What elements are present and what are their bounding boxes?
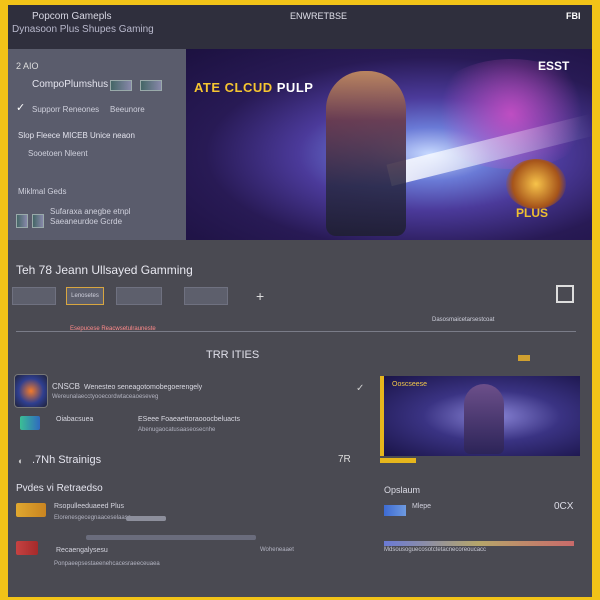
promo-label: Ooscseese: [392, 381, 428, 388]
right-panel-text: Mlepe: [412, 503, 432, 510]
app-subtitle: Dynasoon Plus Shupes Gaming: [12, 24, 154, 35]
status-badge: [518, 355, 530, 361]
sidebar-tag: Beeunore: [110, 105, 145, 114]
check-icon: ✓: [16, 102, 26, 114]
category-tile[interactable]: [184, 287, 228, 305]
sidebar-item-4[interactable]: Sooetoen Nleent: [28, 149, 88, 158]
row-progress: [126, 516, 166, 521]
promo-progress: [380, 458, 416, 463]
promo-character-image: [464, 384, 504, 454]
category-tile-active[interactable]: Lenosetes: [66, 287, 104, 305]
hero-corner-logo: ESST: [538, 59, 570, 73]
sidebar-item-2[interactable]: Supporr Reneones: [32, 105, 99, 114]
alert-text: Esepucese Reacwsetulrauneste: [70, 326, 156, 332]
right-panel-footer: Mdsousoguecosotctetacnecoreoucacc: [384, 547, 487, 553]
game-thumb-icon[interactable]: [16, 214, 28, 228]
right-panel-value: 0CX: [554, 501, 574, 512]
sidebar-item-3[interactable]: Slop Fleece MICEB Unice neaon: [18, 131, 135, 140]
sidebar-item-5[interactable]: Miklmal Geds: [18, 187, 66, 196]
list-item-desc: Wenesteo seneagotomobegoerengely: [84, 384, 203, 391]
row-title[interactable]: Recaengalysesu: [56, 547, 108, 554]
app-window: Popcom Gamepls Dynasoon Plus Shupes Gami…: [8, 5, 592, 597]
game-thumb-icon[interactable]: [140, 80, 162, 91]
sidebar-item-1[interactable]: CompoPlumshus: [32, 79, 108, 90]
game-thumb-icon[interactable]: [32, 214, 44, 228]
list-item-desc2: Abenugaocatusaaseosecnhe: [138, 427, 216, 433]
grid-view-icon[interactable]: [556, 285, 574, 303]
hero-orb: [506, 159, 566, 209]
sidebar-item-6-sub: Saeaneurdoe Gcrde: [50, 217, 123, 226]
game-thumb-icon[interactable]: [110, 80, 132, 91]
list-item-desc: ESeee Foaeaettoraooocbeluacts: [138, 416, 240, 423]
mid-title: TRR ITIES: [206, 349, 260, 361]
top-header: Popcom Gamepls Dynasoon Plus Shupes Gami…: [8, 5, 592, 49]
nav-center-label[interactable]: ENWRETBSE: [290, 11, 347, 21]
list-item-title[interactable]: CNSCB: [52, 382, 80, 391]
sidebar-number: 2 AIO: [16, 61, 39, 71]
row-aside: Woheneaaet: [260, 547, 294, 553]
hero-logo: ATE CLCUD PULP: [194, 80, 313, 95]
row-desc: Elorenesgecegnaaceselaase: [54, 515, 132, 521]
sub-section-title: Pvdes vi Retraedso: [16, 483, 103, 494]
category-tile[interactable]: [12, 287, 56, 305]
list-item-title[interactable]: Oiabacsuea: [56, 416, 93, 423]
row-title[interactable]: Rsopulleeduaeed Plus: [54, 503, 124, 510]
right-panel-title: Opslaum: [384, 485, 421, 495]
info-right-text: Dasosmaicetarsestcoat: [432, 317, 495, 323]
promo-card[interactable]: Ooscseese: [380, 376, 580, 456]
row-desc: Ponpaeepsestaeenehcacesraeeceuaea: [54, 561, 160, 567]
right-panel-progress: [384, 541, 574, 546]
game-avatar[interactable]: [14, 374, 48, 408]
streaming-title: .7Nh Strainigs: [32, 454, 102, 466]
sidebar: 2 AIO CompoPlumshus ✓ Supporr Reneones B…: [8, 49, 186, 240]
stream-icon: ◐: [18, 456, 24, 466]
app-title: Popcom Gamepls: [32, 11, 112, 22]
hero-logo-accent: PULP: [276, 80, 314, 95]
streaming-count: 7R: [338, 454, 351, 465]
category-tile[interactable]: [116, 287, 162, 305]
sidebar-item-6[interactable]: Sufaraxa anegbe etnpl: [50, 207, 131, 216]
hero-character-image: [326, 71, 406, 236]
hero-logo-main: ATE CLCUD: [194, 80, 277, 95]
hero-badge: PLUS: [516, 206, 549, 220]
section-title: Teh 78 Jeann Ullsayed Gamming: [16, 263, 193, 277]
account-label[interactable]: FBI: [566, 11, 581, 21]
gold-thumb-icon[interactable]: [16, 503, 46, 517]
list-check-icon[interactable]: ✓: [356, 383, 364, 394]
add-icon[interactable]: +: [256, 288, 264, 304]
red-thumb-icon[interactable]: [16, 541, 38, 555]
app-icon[interactable]: [384, 505, 406, 516]
list-item-desc2: Wereunalaecctyooecordwtaceaoeseveg: [52, 394, 159, 400]
hero-banner[interactable]: ATE CLCUD PULP ESST PLUS: [186, 49, 592, 240]
controller-icon[interactable]: [20, 416, 40, 430]
row-progress: [86, 535, 256, 540]
